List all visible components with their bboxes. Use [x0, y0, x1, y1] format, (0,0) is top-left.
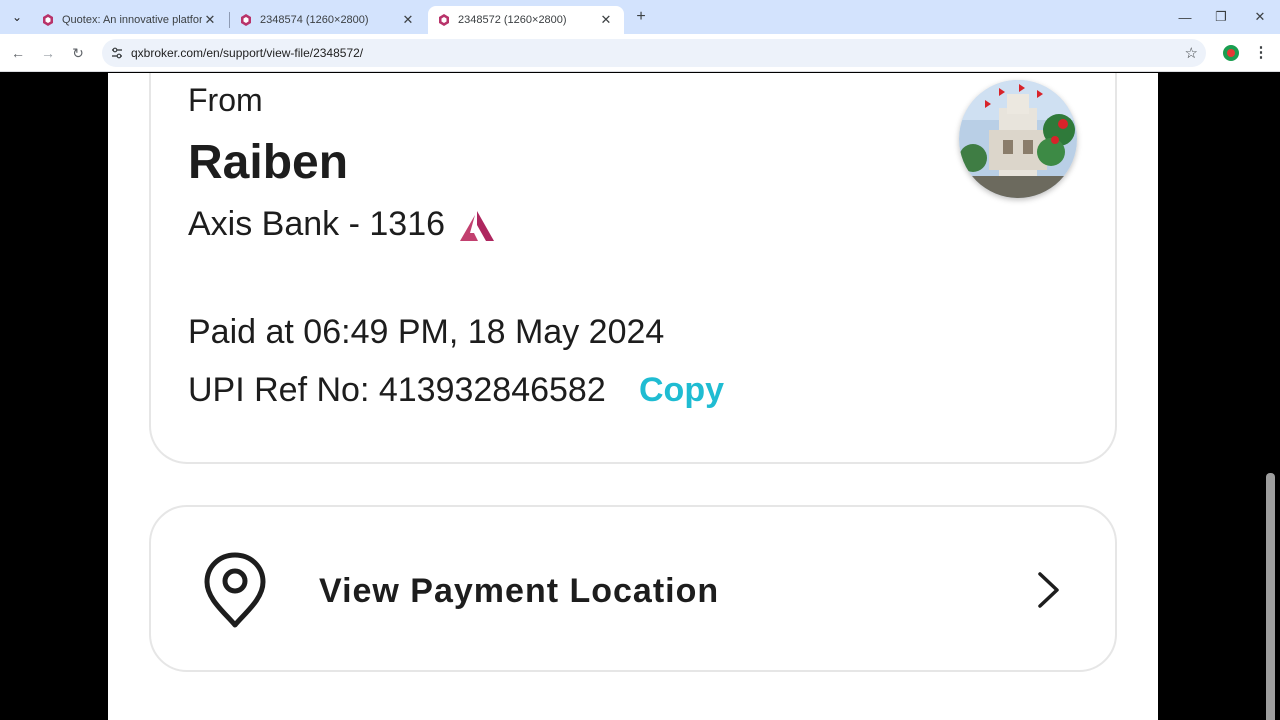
upi-ref-text: UPI Ref No: 413932846582	[188, 371, 606, 409]
paid-at-text: Paid at 06:49 PM, 18 May 2024	[188, 313, 665, 351]
tab-strip: ⌄ Quotex: An innovative platform ✕ 23485…	[0, 0, 1280, 34]
tab-2348572[interactable]: 2348572 (1260×2800) ✕	[428, 6, 624, 34]
chevron-right-icon	[1038, 572, 1059, 608]
receipt-image: From Raiben Axis Bank - 1316 Paid at 06:…	[108, 73, 1158, 720]
minimize-icon[interactable]: —	[1172, 6, 1198, 28]
address-bar[interactable]: qxbroker.com/en/support/view-file/234857…	[102, 39, 1206, 67]
favicon-icon	[241, 14, 251, 26]
plus-icon[interactable]: +	[632, 8, 650, 26]
avatar-photo-icon	[959, 80, 1077, 198]
tab-title: 2348574 (1260×2800)	[260, 14, 369, 26]
avatar	[959, 80, 1077, 198]
tab-search-icon[interactable]: ⌄	[6, 6, 28, 28]
tab-quotex[interactable]: Quotex: An innovative platform ✕	[32, 6, 228, 34]
star-icon[interactable]: ☆	[1185, 44, 1198, 62]
location-pin-icon	[204, 552, 266, 628]
favicon-icon	[439, 14, 449, 26]
tab-2348574[interactable]: 2348574 (1260×2800) ✕	[230, 6, 426, 34]
browser-toolbar: ← → ↻ qxbroker.com/en/support/view-file/…	[0, 34, 1280, 72]
scrollbar[interactable]	[1266, 473, 1275, 720]
bank-account: Axis Bank - 1316	[188, 205, 446, 243]
extension-icon[interactable]	[1223, 45, 1239, 61]
tab-title: 2348572 (1260×2800)	[458, 14, 567, 26]
view-payment-location-card[interactable]: View Payment Location	[149, 505, 1117, 672]
view-payment-location-label: View Payment Location	[319, 572, 720, 610]
page-viewport: From Raiben Axis Bank - 1316 Paid at 06:…	[0, 73, 1280, 720]
from-label: From	[188, 82, 263, 118]
forward-icon[interactable]: →	[37, 42, 59, 64]
menu-icon[interactable]: ⋮	[1252, 44, 1270, 62]
close-icon[interactable]: ✕	[202, 12, 218, 28]
copy-button[interactable]: Copy	[639, 371, 724, 410]
close-window-icon[interactable]: ✕	[1247, 6, 1273, 28]
reload-icon[interactable]: ↻	[67, 42, 89, 64]
favicon-icon	[43, 14, 53, 26]
back-icon[interactable]: ←	[7, 42, 29, 64]
restore-icon[interactable]: ❐	[1208, 6, 1234, 28]
axis-bank-logo-icon	[460, 211, 494, 241]
close-icon[interactable]: ✕	[400, 12, 416, 28]
site-info-icon[interactable]	[110, 46, 124, 60]
url-text: qxbroker.com/en/support/view-file/234857…	[131, 46, 364, 60]
sender-name: Raiben	[188, 136, 349, 189]
tab-title: Quotex: An innovative platform	[62, 14, 202, 26]
close-icon[interactable]: ✕	[598, 12, 614, 28]
